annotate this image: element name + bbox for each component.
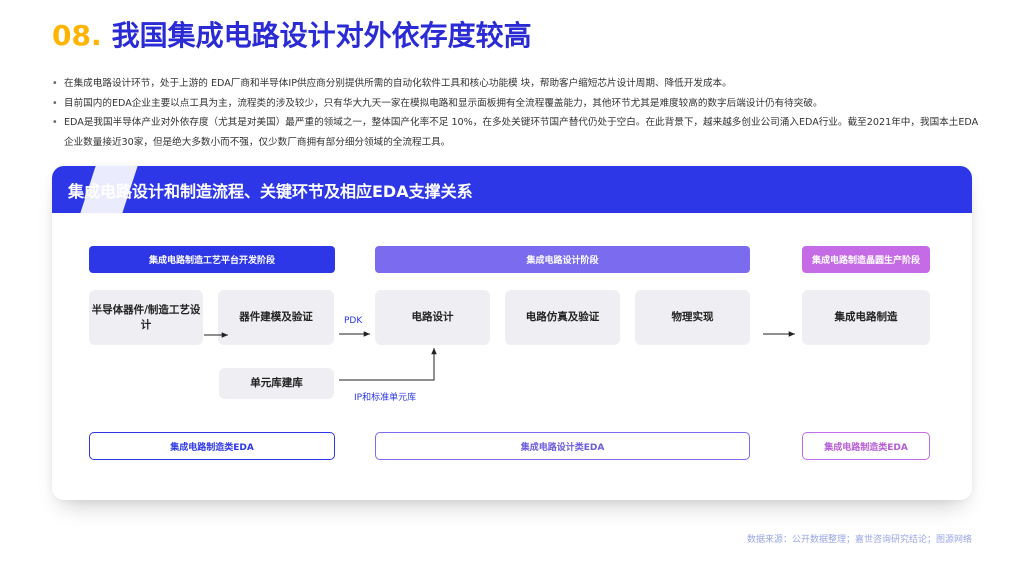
eda-manufacturing-box: 集成电路制造类EDA <box>89 432 335 460</box>
arrow-library-to-design <box>339 348 437 381</box>
eda-design-box: 集成电路设计类EDA <box>375 432 750 460</box>
bullet-item: 目前国内的EDA企业主要以点工具为主，流程类的涉及较少，只有华大九天一家在模拟电… <box>52 94 982 114</box>
label-pdk: PDK <box>344 316 363 326</box>
page-title: 08. 我国集成电路设计对外依存度较高 <box>52 14 532 54</box>
title-text: 我国集成电路设计对外依存度较高 <box>111 19 532 52</box>
label-ip-library: IP和标准单元库 <box>354 393 417 403</box>
title-number: 08. <box>52 19 102 52</box>
bullet-item: EDA是我国半导体产业对外依存度（尤其是对美国）最严重的领域之一，整体国产化率不… <box>52 113 982 152</box>
eda-wafer-box: 集成电路制造类EDA <box>802 432 930 460</box>
bullet-item: 在集成电路设计环节，处于上游的 EDA厂商和半导体IP供应商分别提供所需的自动化… <box>52 74 982 94</box>
source-note: 数据来源：公开数据整理；嘉世咨询研究结论；图源网络 <box>746 535 972 545</box>
diagram-card: 集成电路设计和制造流程、关键环节及相应EDA支撑关系 集成电路制造工艺平台开发阶… <box>52 166 972 500</box>
bullet-list: 在集成电路设计环节，处于上游的 EDA厂商和半导体IP供应商分别提供所需的自动化… <box>52 74 982 152</box>
